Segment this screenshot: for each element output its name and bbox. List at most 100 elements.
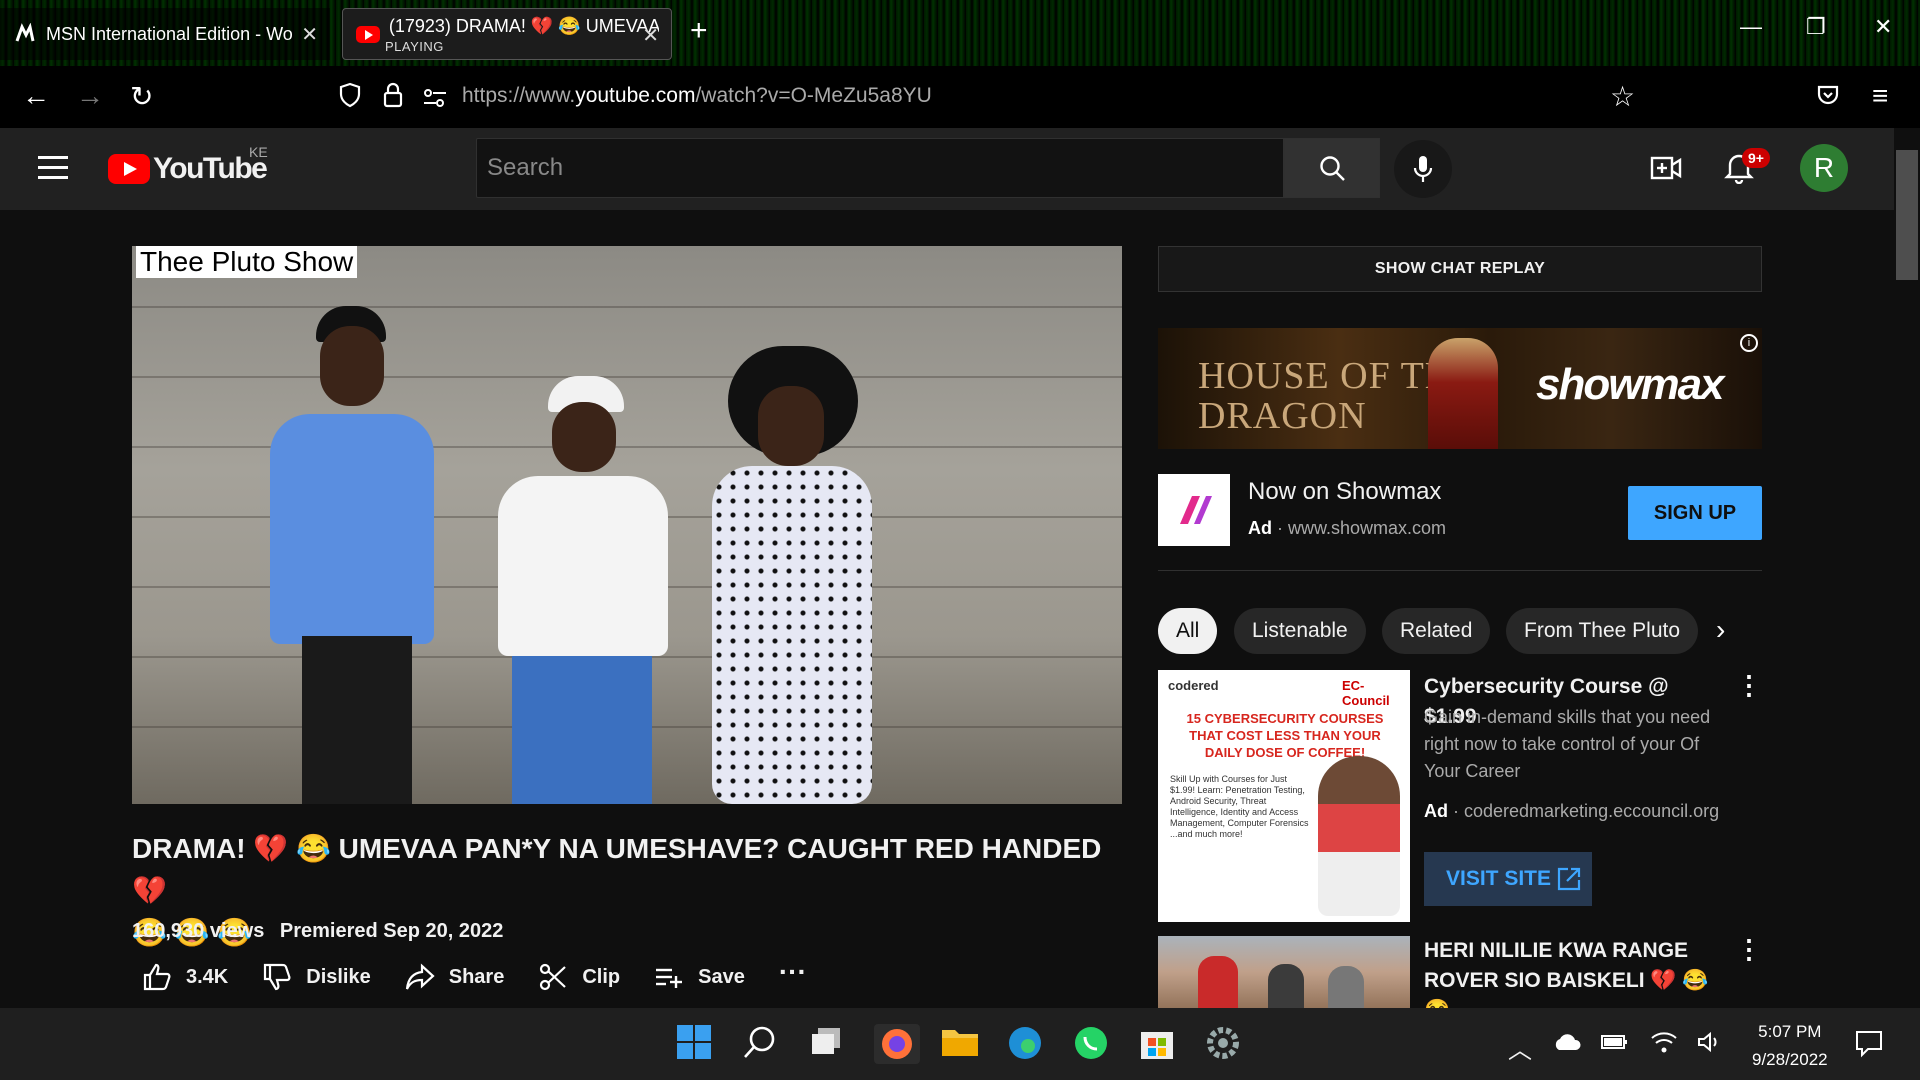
browser-tab-strip: MSN International Edition - Wo ✕ (17923)… (0, 0, 1920, 66)
notification-center-icon[interactable] (1854, 1028, 1894, 1068)
chip-listenable[interactable]: Listenable (1234, 608, 1366, 654)
ad-thumbnail[interactable]: codered EC-Council 15 CYBERSECURITY COUR… (1158, 670, 1410, 922)
youtube-favicon-icon (355, 21, 381, 47)
video-player[interactable]: Thee Pluto Show (132, 246, 1122, 804)
address-bar[interactable]: https://www.youtube.com/watch?v=O-MeZu5a… (462, 84, 932, 108)
ad-title: Now on Showmax (1248, 478, 1442, 505)
clock[interactable]: 5:07 PM 9/28/2022 (1752, 1018, 1828, 1074)
clip-button[interactable]: Clip (538, 962, 620, 992)
menu-icon[interactable]: ≡ (1872, 80, 1888, 112)
settings-gear-icon[interactable] (1204, 1024, 1244, 1064)
dislike-button[interactable]: Dislike (262, 962, 371, 992)
close-tab-icon[interactable]: ✕ (301, 22, 318, 47)
watch-page: Thee Pluto Show DRAMA! 💔 😂 UMEVAA PAN*Y … (0, 210, 1894, 1008)
notification-badge: 9+ (1742, 148, 1770, 168)
share-icon (405, 963, 435, 990)
tab-title: MSN International Edition - Wo (46, 23, 293, 44)
restore-icon[interactable]: ❐ (1806, 14, 1826, 40)
search-button[interactable] (1284, 138, 1380, 198)
divider (1158, 570, 1762, 571)
create-video-icon[interactable] (1650, 154, 1682, 187)
video-meta: 160,930 views Premiered Sep 20, 2022 (132, 920, 513, 943)
tab-title: (17923) DRAMA! 💔 😂 UMEVAA (388, 15, 659, 36)
ad-banner[interactable]: HOUSE OF THE DRAGON showmax i (1158, 328, 1762, 449)
ad-card-description: Gain in-demand skills that you need righ… (1424, 707, 1711, 781)
search-icon (1320, 156, 1345, 181)
video-card-title[interactable]: HERI NILILIE KWA RANGE ROVER SIO BAISKEL… (1424, 936, 1724, 1008)
battery-icon[interactable] (1600, 1032, 1640, 1072)
chip-from-channel[interactable]: From Thee Pluto (1506, 608, 1699, 654)
edge-icon[interactable] (1006, 1024, 1046, 1064)
chip-all[interactable]: All (1158, 608, 1218, 654)
tab-msn[interactable]: MSN International Edition - Wo ✕ (0, 8, 330, 60)
reload-icon[interactable]: ↻ (130, 80, 153, 113)
external-link-icon (1557, 867, 1581, 891)
ad-card-source: Ad · coderedmarketing.eccouncil.org (1424, 801, 1720, 821)
voice-search-button[interactable] (1394, 140, 1452, 198)
minimize-icon[interactable]: — (1740, 14, 1762, 40)
add-to-playlist-icon (656, 968, 683, 988)
bookmark-star-icon[interactable]: ☆ (1610, 80, 1635, 113)
windows-start-icon[interactable] (676, 1024, 716, 1064)
lock-icon[interactable] (382, 82, 404, 115)
scissors-icon (540, 963, 567, 991)
tab-playing-label: PLAYING (385, 39, 444, 54)
task-view-icon[interactable] (808, 1024, 848, 1064)
more-options-icon[interactable]: ⋮ (1736, 670, 1762, 701)
person-right (692, 346, 892, 804)
filter-chips: All Listenable Related From Thee Pluto (1158, 608, 1762, 656)
guide-menu-icon[interactable] (38, 156, 68, 179)
more-options-icon[interactable]: ⋮ (1736, 934, 1762, 965)
microphone-icon (1413, 156, 1433, 182)
sign-up-button[interactable]: SIGN UP (1628, 486, 1762, 540)
close-window-icon[interactable]: ✕ (1874, 14, 1892, 40)
view-count: 160,930 views (132, 920, 265, 942)
whatsapp-icon[interactable] (1072, 1024, 1112, 1064)
back-icon[interactable]: ← (22, 80, 50, 112)
new-tab-icon[interactable]: + (690, 14, 708, 48)
like-button[interactable]: 3.4K (142, 962, 228, 992)
shield-icon[interactable] (338, 82, 362, 115)
search-icon[interactable] (742, 1024, 782, 1064)
youtube-logo[interactable]: YouTube (108, 152, 268, 186)
person-middle (482, 376, 682, 804)
more-actions-icon[interactable]: ··· (779, 956, 807, 988)
avatar[interactable]: R (1800, 144, 1848, 192)
youtube-header: YouTube KE Search 9+ R (0, 128, 1894, 210)
browser-navbar: ← → ↻ https://www.youtube.com/watch?v=O-… (0, 66, 1920, 128)
show-chat-replay-button[interactable]: SHOW CHAT REPLAY (1158, 246, 1762, 292)
wifi-icon[interactable] (1650, 1030, 1690, 1070)
onedrive-cloud-icon[interactable] (1552, 1032, 1592, 1072)
channel-watermark: Thee Pluto Show (136, 246, 358, 278)
thumbs-up-icon (143, 963, 171, 991)
chevron-up-icon[interactable]: ︿ (1508, 1030, 1548, 1070)
person-left (262, 296, 442, 804)
pocket-icon[interactable] (1816, 82, 1840, 114)
video-actions: 3.4K Dislike Share Clip Save ··· (142, 956, 841, 992)
country-code: KE (249, 144, 268, 160)
chevron-right-icon[interactable]: › (1716, 614, 1725, 646)
share-button[interactable]: Share (405, 962, 504, 992)
video-thumbnail[interactable] (1158, 936, 1410, 1008)
scrollbar-thumb[interactable] (1896, 150, 1918, 280)
tab-youtube[interactable]: (17923) DRAMA! 💔 😂 UMEVAA PLAYING ✕ (342, 8, 672, 60)
save-button[interactable]: Save (654, 962, 745, 992)
microsoft-store-icon[interactable] (1138, 1024, 1178, 1064)
visit-site-button[interactable]: VISIT SITE (1424, 852, 1592, 906)
showmax-icon (1158, 474, 1230, 546)
forward-icon[interactable]: → (76, 80, 104, 112)
ad-source: Ad · www.showmax.com (1248, 518, 1447, 538)
permissions-icon[interactable] (422, 84, 448, 116)
search-input[interactable]: Search (476, 138, 1284, 198)
youtube-play-icon (108, 154, 150, 184)
close-tab-icon[interactable]: ✕ (642, 23, 659, 48)
premiere-date: Premiered Sep 20, 2022 (279, 920, 504, 942)
volume-icon[interactable] (1696, 1030, 1736, 1070)
thumbs-down-icon (264, 963, 291, 991)
ad-info-icon[interactable]: i (1740, 334, 1758, 352)
chip-related[interactable]: Related (1382, 608, 1491, 654)
msn-favicon-icon (12, 21, 38, 47)
thumbnail-person (1318, 756, 1400, 916)
file-explorer-icon[interactable] (940, 1024, 980, 1064)
firefox-icon[interactable] (874, 1024, 920, 1064)
